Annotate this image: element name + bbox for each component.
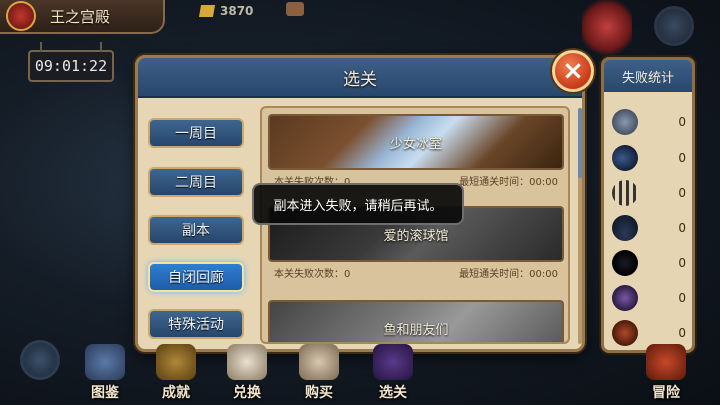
stat-row: 0 [612,249,690,277]
failure-stats-panel: 失败统计 0 0 0 0 0 0 0 [601,57,695,353]
stage-list: 少女冰室 本关失败次数：0 最短通关时间：00:00 爱的滚球馆 本关失败次数：… [260,106,570,344]
character-avatar-icon[interactable] [582,0,632,60]
error-toast: 副本进入失败，请稍后再试。 [252,183,464,225]
stat-row: 0 [612,108,690,136]
clock-display: 09:01:22 [28,42,114,82]
exchange-icon [227,344,267,380]
stage-name: 爱的滚球馆 [383,228,449,244]
stat-row: 0 [612,144,690,172]
nav-purchase[interactable]: 购买 [290,338,348,402]
stats-title: 失败统计 [604,60,692,92]
close-button[interactable]: × [552,50,594,92]
bottom-nav: 图鉴 成就 兑换 购买 选关 冒险 [0,338,720,405]
shark-monster-icon [612,215,638,241]
location-bar: 王之宫殿 [0,0,165,34]
nav-label: 图鉴 [91,385,119,401]
ghost-monster-icon [612,250,638,276]
nav-label: 冒险 [652,385,680,401]
nav-achievements[interactable]: 成就 [147,338,205,402]
stage-card[interactable]: 少女冰室 本关失败次数：0 最短通关时间：00:00 [268,114,564,188]
trophy-icon [156,344,196,380]
gold-icon [198,5,216,17]
settings-gear-icon[interactable] [654,6,694,46]
location-name: 王之宫殿 [50,7,111,26]
shop-icon [299,344,339,380]
map-icon [373,344,413,380]
stage-banner[interactable]: 少女冰室 [268,114,564,170]
dialog-header: 选关 [138,58,582,98]
nav-compendium[interactable]: 图鉴 [76,338,134,402]
stat-count: 0 [678,151,686,165]
stat-count: 0 [678,256,686,270]
nav-stage-select[interactable]: 选关 [364,338,422,402]
sword-icon [646,344,686,380]
nav-label: 购买 [305,385,333,401]
nav-label: 兑换 [233,385,261,401]
spikes-monster-icon [612,180,638,206]
stage-name: 鱼和朋友们 [383,322,449,338]
stat-count: 0 [678,186,686,200]
nav-adventure[interactable]: 冒险 [637,338,695,402]
tab-round-1[interactable]: 一周目 [148,118,244,148]
dialog-title: 选关 [343,69,377,90]
crest-icon [6,1,36,31]
scrollbar-thumb[interactable] [578,108,582,178]
stat-row: 0 [612,214,690,242]
stat-count: 0 [678,221,686,235]
stat-row: 0 [612,284,690,312]
close-icon: × [562,56,584,86]
nav-label: 选关 [379,385,407,401]
stage-list-scrollbar[interactable] [578,108,582,344]
stage-name: 少女冰室 [389,136,442,152]
stat-row: 0 [612,179,690,207]
crab-monster-icon [612,285,638,311]
stage-best-time: 最短通关时间：00:00 [459,177,558,188]
camera-icon[interactable] [286,2,304,16]
stage-best-time: 最短通关时间：00:00 [459,269,558,280]
stat-count: 0 [678,115,686,129]
stage-info: 本关失败次数：0 最短通关时间：00:00 [268,262,564,280]
nav-label: 成就 [162,385,190,401]
tab-round-2[interactable]: 二周目 [148,167,244,197]
ball-monster-icon [612,109,638,135]
gold-counter: 3870 [198,4,254,18]
tab-autism-corridor[interactable]: 自闭回廊 [148,262,244,292]
nav-exchange[interactable]: 兑换 [218,338,276,402]
tab-special-event[interactable]: 特殊活动 [148,309,244,339]
tab-dungeon[interactable]: 副本 [148,215,244,245]
stage-fail-count: 本关失败次数：0 [274,269,351,280]
fish-monster-icon [612,145,638,171]
gold-amount: 3870 [220,4,254,18]
stat-count: 0 [678,291,686,305]
book-icon [85,344,125,380]
